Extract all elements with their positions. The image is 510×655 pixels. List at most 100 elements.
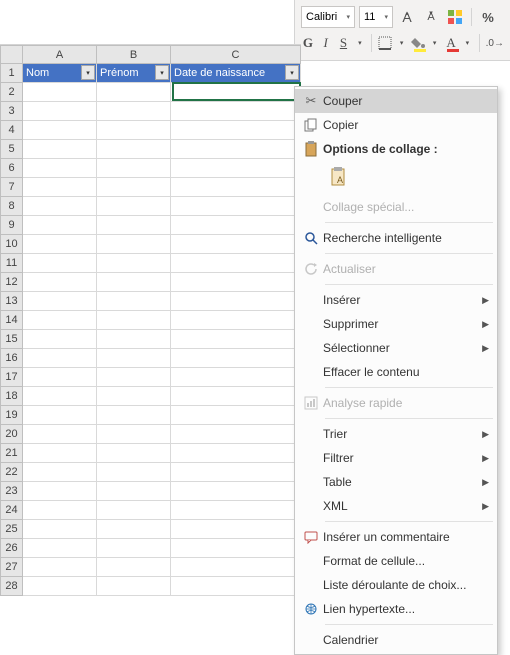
cell[interactable]	[97, 83, 171, 102]
cell[interactable]	[23, 501, 97, 520]
row-header[interactable]: 12	[1, 273, 23, 292]
bold-button[interactable]: G	[301, 33, 315, 53]
cell[interactable]	[23, 520, 97, 539]
cell[interactable]	[171, 558, 301, 577]
cell[interactable]	[97, 406, 171, 425]
menu-format-cells[interactable]: Format de cellule...	[295, 549, 497, 573]
chevron-down-icon[interactable]: ▾	[354, 33, 365, 53]
cell[interactable]	[97, 273, 171, 292]
cell[interactable]	[23, 482, 97, 501]
cell[interactable]	[97, 311, 171, 330]
cell[interactable]	[171, 197, 301, 216]
cell[interactable]	[23, 235, 97, 254]
row-header[interactable]: 1	[1, 64, 23, 83]
cell[interactable]	[97, 577, 171, 596]
chevron-down-icon[interactable]: ▾	[462, 33, 473, 53]
cell[interactable]	[97, 197, 171, 216]
font-size-combo[interactable]: 11 ▾	[359, 6, 393, 28]
conditional-formatting-button[interactable]	[445, 7, 465, 27]
cell[interactable]	[97, 539, 171, 558]
cell[interactable]	[171, 140, 301, 159]
cell[interactable]	[97, 216, 171, 235]
cell[interactable]	[97, 387, 171, 406]
cell[interactable]	[23, 349, 97, 368]
row-header[interactable]: 26	[1, 539, 23, 558]
cell[interactable]	[171, 292, 301, 311]
percent-button[interactable]: %	[478, 7, 498, 27]
cell[interactable]	[171, 577, 301, 596]
cell[interactable]	[97, 140, 171, 159]
menu-xml[interactable]: XML ▶	[295, 494, 497, 518]
cell[interactable]	[23, 140, 97, 159]
italic-button[interactable]: I	[319, 33, 333, 53]
cell[interactable]	[171, 539, 301, 558]
decrease-font-button[interactable]	[421, 7, 441, 27]
cell[interactable]	[23, 178, 97, 197]
font-name-combo[interactable]: Calibri ▾	[301, 6, 355, 28]
menu-table[interactable]: Table ▶	[295, 470, 497, 494]
font-color-button[interactable]: A	[444, 33, 458, 53]
cell[interactable]	[171, 406, 301, 425]
cell[interactable]	[23, 311, 97, 330]
menu-calendar[interactable]: Calendrier	[295, 628, 497, 652]
row-header[interactable]: 13	[1, 292, 23, 311]
cell[interactable]	[97, 558, 171, 577]
row-header[interactable]: 21	[1, 444, 23, 463]
chevron-down-icon[interactable]: ▾	[396, 33, 407, 53]
col-header-b[interactable]: B	[97, 46, 171, 64]
cell[interactable]	[97, 520, 171, 539]
row-header[interactable]: 9	[1, 216, 23, 235]
table-header-date[interactable]: Date de naissance	[171, 64, 301, 83]
menu-insert-comment[interactable]: Insérer un commentaire	[295, 525, 497, 549]
cell[interactable]	[171, 368, 301, 387]
cell[interactable]	[171, 520, 301, 539]
cell[interactable]	[97, 463, 171, 482]
cell[interactable]	[97, 102, 171, 121]
cell[interactable]	[171, 349, 301, 368]
increase-font-button[interactable]	[397, 7, 417, 27]
row-header[interactable]: 20	[1, 425, 23, 444]
cell[interactable]	[23, 425, 97, 444]
cell[interactable]	[171, 254, 301, 273]
cell[interactable]	[171, 311, 301, 330]
cell[interactable]	[23, 121, 97, 140]
border-button[interactable]	[378, 33, 392, 53]
decrease-decimal-button[interactable]: .0→	[486, 33, 504, 53]
table-header-prenom[interactable]: Prénom	[97, 64, 171, 83]
cell[interactable]	[23, 444, 97, 463]
cell[interactable]	[171, 178, 301, 197]
filter-dropdown-button[interactable]	[155, 65, 169, 80]
menu-copy[interactable]: Copier	[295, 113, 497, 137]
menu-filter[interactable]: Filtrer ▶	[295, 446, 497, 470]
cell[interactable]	[97, 501, 171, 520]
fill-color-button[interactable]	[411, 33, 425, 53]
cell[interactable]	[97, 178, 171, 197]
row-header[interactable]: 27	[1, 558, 23, 577]
cell[interactable]	[97, 254, 171, 273]
menu-sort[interactable]: Trier ▶	[295, 422, 497, 446]
row-header[interactable]: 14	[1, 311, 23, 330]
cell[interactable]	[23, 558, 97, 577]
row-header[interactable]: 6	[1, 159, 23, 178]
row-header[interactable]: 10	[1, 235, 23, 254]
row-header[interactable]: 15	[1, 330, 23, 349]
cell[interactable]	[97, 368, 171, 387]
worksheet-grid[interactable]: A B C 1 Nom Prénom Date de naissance 2 3…	[0, 44, 301, 596]
menu-smart-lookup[interactable]: Recherche intelligente	[295, 226, 497, 250]
row-header[interactable]: 3	[1, 102, 23, 121]
cell[interactable]	[171, 425, 301, 444]
cell[interactable]	[97, 425, 171, 444]
row-header[interactable]: 5	[1, 140, 23, 159]
row-header[interactable]: 2	[1, 83, 23, 102]
col-header-a[interactable]: A	[23, 46, 97, 64]
row-header[interactable]: 25	[1, 520, 23, 539]
filter-dropdown-button[interactable]	[81, 65, 95, 80]
menu-cut[interactable]: ✂ Couper	[295, 89, 497, 113]
cell[interactable]	[171, 330, 301, 349]
cell[interactable]	[23, 330, 97, 349]
cell[interactable]	[97, 330, 171, 349]
cell[interactable]	[23, 406, 97, 425]
cell[interactable]	[97, 159, 171, 178]
cell[interactable]	[171, 102, 301, 121]
cell[interactable]	[23, 292, 97, 311]
